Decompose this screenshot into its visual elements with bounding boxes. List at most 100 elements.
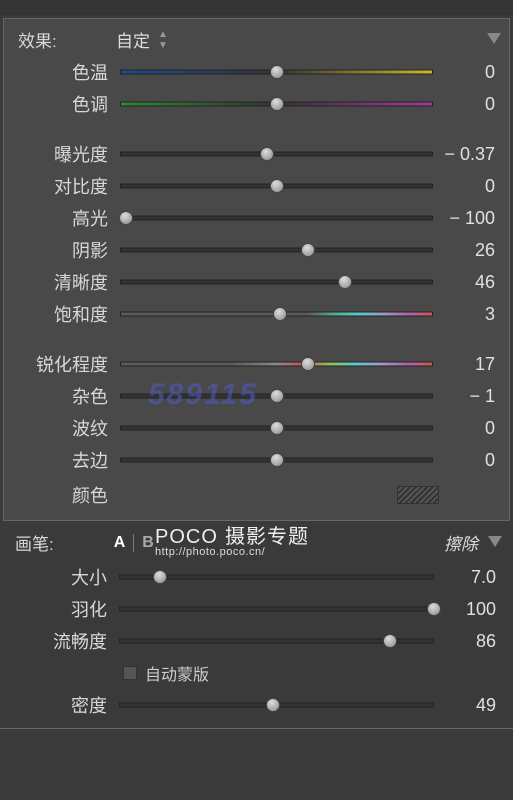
slider[interactable] [120, 451, 433, 469]
brush-header: 画笔: A B 擦除 [11, 524, 502, 561]
slider-row: 波纹 0 [12, 412, 501, 444]
slider[interactable] [119, 632, 434, 650]
slider-thumb[interactable] [270, 97, 284, 111]
slider-value[interactable]: 0 [439, 450, 499, 471]
slider-track [119, 607, 434, 612]
slider[interactable] [120, 95, 433, 113]
slider-label: 密度 [13, 692, 113, 718]
slider-thumb[interactable] [338, 275, 352, 289]
bottom-divider [0, 728, 513, 740]
slider-row: 去边 0 [12, 444, 501, 476]
slider-row: 羽化 100 [11, 593, 502, 625]
slider-row: 大小7.0 [11, 561, 502, 593]
slider-value[interactable]: 49 [440, 695, 500, 716]
automask-checkbox[interactable] [123, 666, 137, 680]
slider-value[interactable]: 46 [439, 272, 499, 293]
slider-value[interactable]: 0 [439, 418, 499, 439]
effects-panel: 效果: 自定 ▲▼ 色温0色调0曝光度− 0.37对比度0高光− 100阴影26… [3, 18, 510, 521]
slider-value[interactable]: 0 [439, 62, 499, 83]
slider[interactable] [120, 273, 433, 291]
slider-row: 锐化程度17 [12, 348, 501, 380]
brush-ab-selector: A B [106, 534, 162, 552]
slider[interactable] [120, 305, 433, 323]
slider-label: 波纹 [14, 415, 114, 441]
color-swatch[interactable] [397, 486, 439, 504]
color-row: 颜色 [12, 476, 501, 510]
slider-thumb[interactable] [270, 179, 284, 193]
slider-value[interactable]: 100 [440, 599, 500, 620]
slider-thumb[interactable] [270, 389, 284, 403]
slider-value[interactable]: − 100 [439, 208, 499, 229]
slider[interactable] [120, 355, 433, 373]
slider-row: 高光 − 100 [12, 202, 501, 234]
slider-thumb[interactable] [273, 307, 287, 321]
slider-label: 饱和度 [14, 301, 114, 327]
slider-value[interactable]: 26 [439, 240, 499, 261]
slider-row: 饱和度 3 [12, 298, 501, 330]
slider-track [120, 248, 433, 253]
slider-row: 阴影 26 [12, 234, 501, 266]
slider-row: 密度 49 [11, 689, 502, 721]
slider-row: 清晰度 46 [12, 266, 501, 298]
slider-value[interactable]: 0 [439, 176, 499, 197]
slider-value[interactable]: 86 [440, 631, 500, 652]
slider-track [120, 280, 433, 285]
brush-panel: 画笔: A B 擦除 大小7.0 羽化 100 流畅度 86 自动蒙版 密度 49 [3, 524, 510, 725]
slider-track [120, 362, 433, 367]
slider-thumb[interactable] [260, 147, 274, 161]
slider-row: 杂色− 1 [12, 380, 501, 412]
slider-label: 流畅度 [13, 628, 113, 654]
slider[interactable] [119, 600, 434, 618]
brush-option-a[interactable]: A [106, 534, 134, 552]
effects-header: 效果: 自定 ▲▼ [12, 19, 501, 56]
slider[interactable] [120, 209, 433, 227]
slider-track [120, 216, 433, 221]
slider[interactable] [120, 177, 433, 195]
collapse-triangle-icon[interactable] [487, 33, 501, 44]
slider-row: 曝光度 − 0.37 [12, 138, 501, 170]
slider-value[interactable]: − 0.37 [439, 144, 499, 165]
slider-thumb[interactable] [301, 357, 315, 371]
slider[interactable] [120, 387, 433, 405]
slider-label: 去边 [14, 447, 114, 473]
slider[interactable] [119, 568, 434, 586]
slider-thumb[interactable] [266, 698, 280, 712]
slider-label: 阴影 [14, 237, 114, 263]
slider-label: 羽化 [13, 596, 113, 622]
dropdown-arrows-icon: ▲▼ [158, 29, 166, 51]
slider-thumb[interactable] [270, 421, 284, 435]
slider-label: 高光 [14, 205, 114, 231]
slider-value[interactable]: − 1 [439, 386, 499, 407]
preset-value: 自定 [116, 27, 150, 52]
slider-label: 清晰度 [14, 269, 114, 295]
slider[interactable] [119, 696, 434, 714]
slider-row: 流畅度 86 [11, 625, 502, 657]
color-label: 颜色 [14, 482, 114, 508]
slider-value[interactable]: 0 [439, 94, 499, 115]
slider-label: 色调 [14, 91, 114, 117]
slider-value[interactable]: 3 [439, 304, 499, 325]
preset-dropdown[interactable]: 自定 ▲▼ [116, 27, 166, 52]
automask-label: 自动蒙版 [145, 661, 209, 685]
slider-thumb[interactable] [301, 243, 315, 257]
slider-value[interactable]: 17 [439, 354, 499, 375]
slider-label: 对比度 [14, 173, 114, 199]
slider-thumb[interactable] [153, 570, 167, 584]
collapse-triangle-icon[interactable] [488, 536, 502, 547]
slider-thumb[interactable] [383, 634, 397, 648]
slider-row: 对比度 0 [12, 170, 501, 202]
slider-thumb[interactable] [270, 453, 284, 467]
brush-option-b[interactable]: B [133, 534, 162, 552]
slider[interactable] [120, 145, 433, 163]
slider-label: 曝光度 [14, 141, 114, 167]
slider-thumb[interactable] [270, 65, 284, 79]
slider-thumb[interactable] [427, 602, 441, 616]
brush-title: 画笔: [15, 530, 54, 555]
effects-title: 效果: [16, 27, 116, 52]
slider[interactable] [120, 63, 433, 81]
slider-value[interactable]: 7.0 [440, 567, 500, 588]
slider-thumb[interactable] [119, 211, 133, 225]
slider[interactable] [120, 241, 433, 259]
automask-row: 自动蒙版 [11, 657, 502, 689]
slider[interactable] [120, 419, 433, 437]
